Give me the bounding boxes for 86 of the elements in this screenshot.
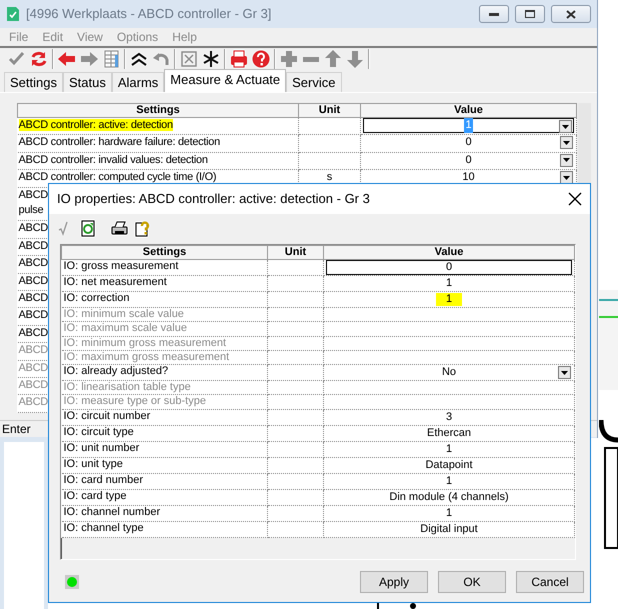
column-header: Unit [298,104,360,118]
table-cell: ABCD [18,309,48,322]
table-cell: IO: channel type [64,522,144,534]
table-cell: IO: linearisation table type [64,381,191,394]
dialog-button[interactable]: Cancel [516,571,584,593]
column-header: Value [360,104,576,118]
maximize-button[interactable] [515,5,545,23]
cell-value: 1 [436,293,462,306]
value-field[interactable]: 3 [326,410,572,424]
value-field[interactable]: 0 [326,260,572,274]
dropdown-arrow-icon[interactable] [563,176,570,180]
table-cell: ABCD controller: invalid values: detection [18,154,208,166]
column-header: Settings [18,104,298,118]
dropdown-field[interactable]: 0 [363,135,574,150]
table-cell: ABCD [18,379,48,392]
table-cell: ABCD [18,240,48,252]
table-cell: ABCD [18,362,48,374]
column-header: Value [324,246,574,260]
table-cell: IO: minimum scale value [64,308,184,320]
close-button[interactable] [551,5,591,23]
table-cell: IO: circuit number [64,410,150,422]
table-cell: ABCD [18,292,48,304]
dropdown-arrow-icon[interactable] [562,124,569,128]
tab[interactable]: Status [62,72,112,92]
printer-icon[interactable] [111,220,128,236]
table-cell: ABCD [18,222,48,234]
value-field[interactable]: 1 [326,292,572,306]
tab[interactable]: Service [286,72,342,92]
tab[interactable]: Alarms [112,72,164,92]
table-cell: IO: maximum gross measurement [64,350,230,363]
app-icon [6,6,20,22]
value-field[interactable]: Datapoint [326,458,572,472]
table-cell: ABCD [18,326,48,339]
dropdown-arrow-icon[interactable] [563,140,570,145]
table-cell: ABCD pulse [18,188,48,218]
value-field[interactable]: Din module (4 channels) [326,490,572,504]
table-cell: IO: card type [64,490,126,502]
value-field[interactable]: 1 [326,474,572,488]
value-field[interactable]: 1 [326,276,572,290]
dialog-button[interactable]: OK [438,571,506,593]
table-cell: IO: unit number [64,442,140,454]
table-cell: IO: net measurement [64,276,167,288]
minimize-button[interactable] [479,5,509,23]
table-cell: IO: measure type or sub-type [64,395,206,408]
help-icon[interactable] [251,49,271,69]
table-cell: IO: gross measurement [64,260,178,272]
left-arrow-icon[interactable] [57,49,77,69]
dropdown-arrow-icon[interactable] [563,158,570,162]
column-header: Unit [268,246,324,260]
table-cell: ABCD [18,274,48,287]
table-cell: IO: channel number [64,506,160,518]
value-field[interactable]: Ethercan [326,426,572,440]
table-cell: ABCD [18,396,48,408]
window-title: IO properties: ABCD controller: active: detection - Gr 3 [57,190,371,208]
maximize-icon[interactable] [525,10,535,18]
asterisk-icon[interactable] [201,49,221,69]
minimize-icon[interactable] [489,12,499,16]
window-title: [4996 Werkplaats - ABCD controller - Gr 3] [26,5,272,24]
table-cell: IO: correction [64,292,130,304]
table-cell: ABCD [18,257,48,270]
table-cell: ABCD controller: computed cycle time (I/O) [18,171,216,184]
refresh-document-icon[interactable] [80,220,97,236]
table-cell: s [326,171,332,184]
dialog-button[interactable]: Apply [360,571,428,593]
close-icon[interactable] [566,10,576,18]
value-field[interactable]: 1 [326,442,572,456]
table-cell: IO: already adjusted? [64,365,168,378]
value-field[interactable]: 1 [326,506,572,520]
diagram-drawing [376,602,416,609]
table-cell: IO: circuit type [64,426,134,438]
table-cell: IO: minimum gross measurement [64,336,226,349]
dropdown-field[interactable]: 0 [363,152,574,168]
dropdown-arrow-icon[interactable] [561,370,568,375]
tab[interactable]: Measure & Actuate [164,69,286,92]
value-field[interactable]: Digital input [326,522,572,536]
table-cell: IO: unit type [64,458,123,470]
table-cell: ABCD [18,344,48,356]
refresh-icon[interactable] [29,49,49,69]
help-document-icon[interactable] [134,220,151,236]
table-cell: IO: maximum scale value [64,322,187,334]
dropdown-field[interactable]: No [326,365,572,380]
table-cell: ABCD controller: hardware failure: detection [18,136,220,148]
column-header: Settings [62,246,268,260]
table-cell: IO: card number [64,474,143,486]
close-icon[interactable] [568,192,582,206]
tab[interactable]: Settings [4,72,63,92]
